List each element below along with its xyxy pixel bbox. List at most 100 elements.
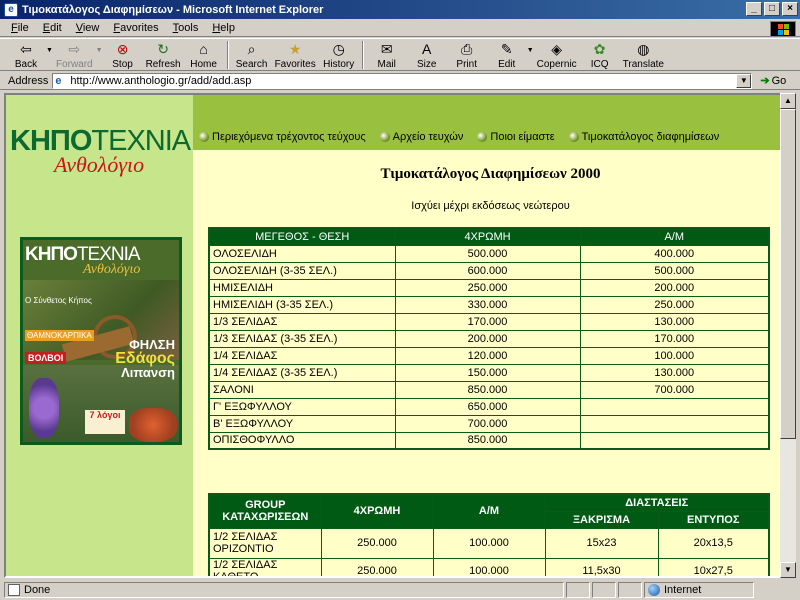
maximize-button[interactable]: □ [764, 2, 780, 16]
table-cell: 500.000 [579, 261, 770, 280]
bullet-icon [379, 132, 390, 142]
nav-current-issue[interactable]: Περιεχόμενα τρέχοντος τεύχους [199, 131, 366, 143]
table-cell: 120.000 [394, 346, 581, 365]
table-row: 1/2 ΣΕΛΙΔΑΣ ΚΑΘΕΤΟ 250.000 100.000 11,5x30 1… [208, 557, 770, 576]
table-cell: 250.000 [320, 527, 434, 559]
window-title: Τιμοκατάλογος Διαφημίσεων - Microsoft In… [22, 3, 324, 16]
table-row: 1/2 ΣΕΛΙΔΑΣ ΟΡΙΖΟΝΤΙΟ 250.000 100.000 15x23… [208, 527, 770, 559]
mail-button[interactable]: ✉ Mail [367, 39, 407, 71]
site-logo[interactable]: ΚΗΠΟΤΕΧΝΙΑ Ανθολόγιο [6, 95, 193, 195]
bullet-icon [199, 132, 209, 142]
table-row: ΟΠΙΣΘΟΦΥΛΛΟ 850.000 [208, 431, 770, 450]
table-row: ΟΛΟΣΕΛΙΔΗ 500.000 400.000 [208, 244, 770, 263]
history-button[interactable]: ◷ History [319, 39, 359, 71]
translate-button[interactable]: ◍ Translate [620, 39, 667, 71]
page-subtitle: Ισχύει μέχρι εκδόσεως νεώτερου [411, 200, 570, 212]
address-url: http://www.anthologio.gr/add/add.asp [70, 74, 252, 87]
nav-archive[interactable]: Αρχείο τευχών [379, 131, 463, 143]
table-cell: 1/4 ΣΕΛΙΔΑΣ (3-35 ΣΕΛ.) [208, 363, 396, 382]
back-dropdown-icon[interactable]: ▼ [46, 47, 53, 54]
vertical-scrollbar[interactable]: ▲ ▼ [780, 93, 796, 578]
col-size: ΜΕΓΕΘΟΣ - ΘΕΣΗ [208, 227, 396, 246]
table-header-row: GROUP ΚΑΤΑΧΩΡΙΣΕΩΝ 4ΧΡΩΜΗ Α/Μ ΔΙΑΣΤΑΣΕΙΣ [208, 493, 770, 529]
table-cell: 130.000 [579, 312, 770, 331]
menu-edit[interactable]: Edit [36, 22, 69, 34]
table-cell: 200.000 [579, 278, 770, 297]
translate-globe-icon: ◍ [637, 40, 650, 57]
menu-bar: File Edit View Favorites Tools Help [0, 19, 800, 37]
nav-about[interactable]: Ποιοι είμαστε [477, 131, 555, 143]
menu-help[interactable]: Help [205, 22, 242, 34]
minimize-button[interactable]: _ [746, 2, 762, 16]
size-button[interactable]: A Size [407, 39, 447, 71]
back-button[interactable]: ⇦ Back [6, 39, 46, 71]
menu-file[interactable]: File [4, 22, 36, 34]
refresh-button[interactable]: ↻ Refresh [143, 39, 184, 71]
table-cell: 250.000 [394, 278, 581, 297]
table-cell: ΣΑΛΟΝΙ [208, 380, 396, 399]
edit-dropdown-icon[interactable]: ▼ [527, 47, 534, 54]
mail-icon: ✉ [380, 40, 393, 57]
table-cell: 1/2 ΣΕΛΙΔΑΣ ΟΡΙΖΟΝΤΙΟ [208, 527, 322, 559]
table-cell: Γ' ΕΞΩΦΥΛΛΟΥ [208, 397, 396, 416]
favorites-button[interactable]: ★ Favorites [272, 39, 319, 71]
menu-view[interactable]: View [69, 22, 107, 34]
stop-button[interactable]: ⊗ Stop [103, 39, 143, 71]
nav-price-list[interactable]: Τιμοκατάλογος διαφημίσεων [568, 131, 719, 143]
menu-tools[interactable]: Tools [166, 22, 206, 34]
title-bar: e Τιμοκατάλογος Διαφημίσεων - Microsoft … [0, 0, 800, 19]
table-cell: ΗΜΙΣΕΛΙΔΗ [208, 278, 396, 297]
search-button[interactable]: ⌕ Search [232, 39, 272, 71]
history-icon: ◷ [332, 40, 345, 57]
magazine-cover[interactable]: ΚΗΠΟΤΕΧΝΙΑ Ανθολόγιο Ο Σύνθετος Κήπος ΘΑ… [20, 237, 182, 445]
copernic-button[interactable]: ◈ Copernic [534, 39, 580, 71]
table-cell: ΟΠΙΣΘΟΦΥΛΛΟ [208, 431, 396, 450]
table-cell: 850.000 [394, 380, 581, 399]
favorites-folder-icon: ★ [288, 40, 302, 57]
close-button[interactable]: × [782, 2, 798, 16]
table-cell [579, 431, 770, 450]
table-cell: 200.000 [394, 329, 581, 348]
print-button[interactable]: ⎙ Print [447, 39, 487, 71]
scroll-up-arrow-icon[interactable]: ▲ [780, 93, 796, 109]
table-cell: 700.000 [394, 414, 581, 433]
table-row: Γ' ΕΞΩΦΥΛΛΟΥ 650.000 [208, 397, 770, 416]
bullet-icon [477, 132, 488, 142]
search-icon: ⌕ [247, 40, 256, 57]
address-input[interactable]: e http://www.anthologio.gr/add/add.asp ▼ [52, 72, 753, 89]
table-cell: 850.000 [394, 431, 581, 450]
table-cell [579, 397, 770, 416]
icq-flower-icon: ✿ [593, 40, 606, 57]
printer-icon: ⎙ [461, 40, 473, 57]
table-row: 1/3 ΣΕΛΙΔΑΣ (3-35 ΣΕΛ.) 200.000 170.000 [208, 329, 770, 348]
edit-button[interactable]: ✎ Edit [487, 39, 527, 71]
icq-button[interactable]: ✿ ICQ [580, 39, 620, 71]
zone-text: Internet [664, 584, 702, 596]
forward-button[interactable]: ⇨ Forward [53, 39, 96, 71]
copernic-icon: ◈ [551, 40, 563, 57]
scroll-thumb[interactable] [780, 109, 796, 439]
table-cell: 100.000 [432, 557, 546, 576]
menu-favorites[interactable]: Favorites [106, 22, 165, 34]
table-cell: 400.000 [579, 244, 770, 263]
table-cell: 250.000 [320, 557, 434, 576]
table-cell: ΗΜΙΣΕΛΙΔΗ (3-35 ΣΕΛ.) [208, 295, 396, 314]
status-bar: Done Internet [0, 580, 800, 600]
table-cell: 100.000 [579, 346, 770, 365]
ie-page-icon: e [55, 74, 62, 87]
table-row: ΣΑΛΟΝΙ 850.000 700.000 [208, 380, 770, 399]
address-dropdown-icon[interactable]: ▼ [736, 73, 752, 88]
table-cell: 170.000 [579, 329, 770, 348]
home-button[interactable]: ⌂ Home [184, 39, 224, 71]
col-bw: Α/Μ [579, 227, 770, 246]
forward-arrow-icon: ⇨ [68, 40, 81, 57]
go-button[interactable]: ➔ Go [760, 74, 786, 88]
table-cell: ΟΛΟΣΕΛΙΔΗ [208, 244, 396, 263]
table-cell: ΟΛΟΣΕΛΙΔΗ (3-35 ΣΕΛ.) [208, 261, 396, 280]
stop-icon: ⊗ [116, 40, 129, 57]
table-cell: 250.000 [579, 295, 770, 314]
scroll-down-arrow-icon[interactable]: ▼ [780, 562, 796, 578]
forward-dropdown-icon[interactable]: ▼ [96, 47, 103, 54]
refresh-icon: ↻ [157, 40, 169, 57]
table-row: Β' ΕΞΩΦΥΛΛΟΥ 700.000 [208, 414, 770, 433]
